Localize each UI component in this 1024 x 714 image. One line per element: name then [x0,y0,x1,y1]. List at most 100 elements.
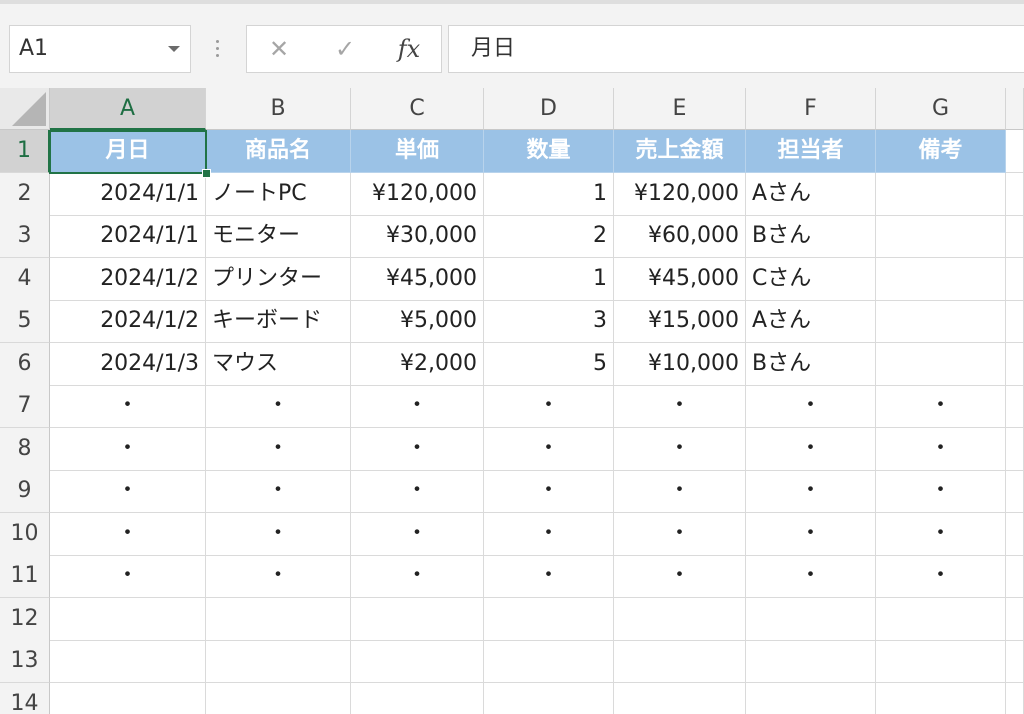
cell-a11[interactable]: ・ [50,555,206,598]
column-header-e[interactable]: E [614,88,746,130]
row-header-4[interactable]: 4 [0,257,50,301]
cell-g4[interactable] [876,257,1006,301]
name-box[interactable]: A1 [9,25,191,73]
grip-icon[interactable] [216,40,220,58]
cell-c6[interactable]: ¥2,000 [351,342,484,386]
cell-f6[interactable]: Bさん [746,342,876,386]
cell-d3[interactable]: 2 [484,215,614,258]
cell[interactable] [1006,385,1024,428]
cell-c10[interactable]: ・ [351,512,484,556]
cell[interactable] [1006,342,1024,386]
cell-b7[interactable]: ・ [206,385,351,428]
cell-a10[interactable]: ・ [50,512,206,556]
cell-b3[interactable]: モニター [206,215,351,258]
cell[interactable] [1006,470,1024,513]
row-header-7[interactable]: 7 [0,385,50,428]
row-header-9[interactable]: 9 [0,470,50,513]
cell-a2[interactable]: 2024/1/1 [50,172,206,216]
cell-g12[interactable] [876,597,1006,641]
cell-e8[interactable]: ・ [614,427,746,471]
cell-e6[interactable]: ¥10,000 [614,342,746,386]
cell-c2[interactable]: ¥120,000 [351,172,484,216]
cell-c3[interactable]: ¥30,000 [351,215,484,258]
cell-f14[interactable] [746,682,876,714]
cell-f13[interactable] [746,640,876,683]
cell-b12[interactable] [206,597,351,641]
cell-e13[interactable] [614,640,746,683]
cell-b5[interactable]: キーボード [206,300,351,343]
chevron-down-icon[interactable] [168,46,180,52]
cell-g2[interactable] [876,172,1006,216]
cell[interactable] [1006,257,1024,301]
cell-b6[interactable]: マウス [206,342,351,386]
row-header-1[interactable]: 1 [0,130,50,173]
cell-e2[interactable]: ¥120,000 [614,172,746,216]
cell[interactable] [1006,682,1024,714]
row-header-8[interactable]: 8 [0,427,50,471]
cell[interactable] [1006,597,1024,641]
cell-d6[interactable]: 5 [484,342,614,386]
cell-d12[interactable] [484,597,614,641]
cell[interactable] [1006,215,1024,258]
cell-a9[interactable]: ・ [50,470,206,513]
cell-e10[interactable]: ・ [614,512,746,556]
row-header-2[interactable]: 2 [0,172,50,216]
cell-g7[interactable]: ・ [876,385,1006,428]
cell-a5[interactable]: 2024/1/2 [50,300,206,343]
cell-e12[interactable] [614,597,746,641]
cell-d2[interactable]: 1 [484,172,614,216]
cell[interactable] [1006,555,1024,598]
table-header-cell[interactable]: 売上金額 [614,130,746,173]
cell-f5[interactable]: Aさん [746,300,876,343]
cell-d8[interactable]: ・ [484,427,614,471]
cell-e5[interactable]: ¥15,000 [614,300,746,343]
fill-handle[interactable] [202,169,211,178]
cell-d10[interactable]: ・ [484,512,614,556]
formula-input[interactable]: 月日 [448,25,1024,73]
cell-f11[interactable]: ・ [746,555,876,598]
cell-d13[interactable] [484,640,614,683]
cell-g9[interactable]: ・ [876,470,1006,513]
cell-e7[interactable]: ・ [614,385,746,428]
row-header-5[interactable]: 5 [0,300,50,343]
insert-function-icon[interactable]: fx [389,26,429,72]
row-header-11[interactable]: 11 [0,555,50,598]
cell-c14[interactable] [351,682,484,714]
cell-f12[interactable] [746,597,876,641]
cell-a3[interactable]: 2024/1/1 [50,215,206,258]
table-header-cell[interactable]: 備考 [876,130,1006,173]
cell-b10[interactable]: ・ [206,512,351,556]
cell-d5[interactable]: 3 [484,300,614,343]
column-header-a[interactable]: A [50,88,206,130]
cell-b14[interactable] [206,682,351,714]
cell-f3[interactable]: Bさん [746,215,876,258]
cell-a13[interactable] [50,640,206,683]
cell-e14[interactable] [614,682,746,714]
column-header-d[interactable]: D [484,88,614,130]
cell-f8[interactable]: ・ [746,427,876,471]
cell-d14[interactable] [484,682,614,714]
enter-icon[interactable]: ✓ [325,26,365,72]
cell-c8[interactable]: ・ [351,427,484,471]
row-header-14[interactable]: 14 [0,682,50,714]
cell-c11[interactable]: ・ [351,555,484,598]
cell[interactable] [1006,640,1024,683]
cell-g14[interactable] [876,682,1006,714]
column-header-f[interactable]: F [746,88,876,130]
cell-f10[interactable]: ・ [746,512,876,556]
cell-g8[interactable]: ・ [876,427,1006,471]
cell[interactable] [1006,512,1024,556]
cell-e11[interactable]: ・ [614,555,746,598]
cell-b11[interactable]: ・ [206,555,351,598]
cell-f9[interactable]: ・ [746,470,876,513]
cell-a7[interactable]: ・ [50,385,206,428]
row-header-3[interactable]: 3 [0,215,50,258]
row-header-13[interactable]: 13 [0,640,50,683]
cell-d4[interactable]: 1 [484,257,614,301]
cell-a12[interactable] [50,597,206,641]
cell-a4[interactable]: 2024/1/2 [50,257,206,301]
cell-d11[interactable]: ・ [484,555,614,598]
cell-b2[interactable]: ノートPC [206,172,351,216]
cell-g13[interactable] [876,640,1006,683]
cell-f4[interactable]: Cさん [746,257,876,301]
